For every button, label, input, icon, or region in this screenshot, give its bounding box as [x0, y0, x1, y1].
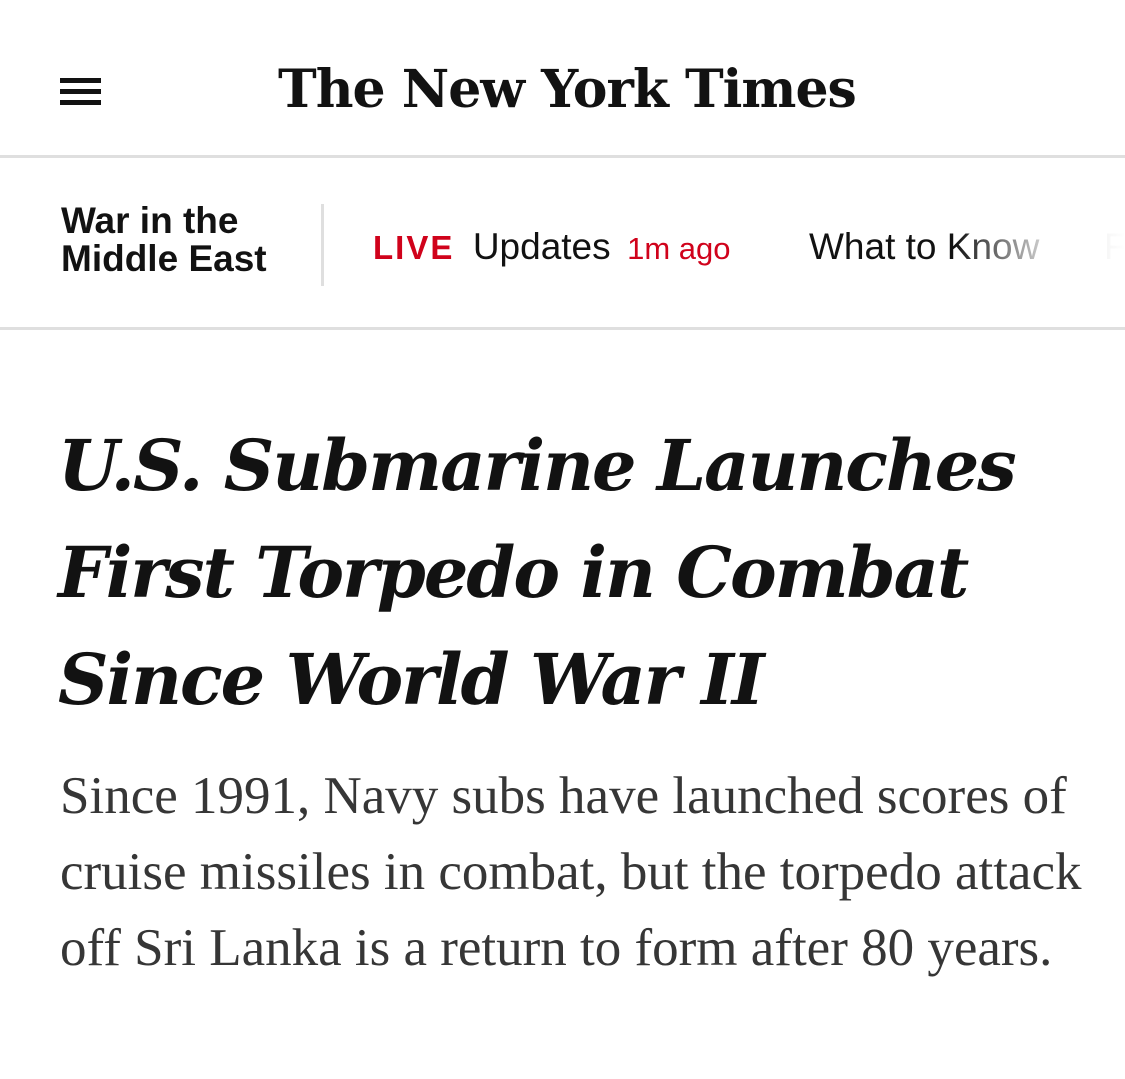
section-title[interactable]: War in the Middle East [61, 202, 311, 278]
nav-item-what-to-know[interactable]: What to Know [809, 226, 1039, 268]
live-label: Updates [472, 226, 611, 267]
live-updates-link[interactable]: LIVE Updates 1m ago [373, 226, 730, 268]
menu-line [60, 89, 101, 94]
article-headline: U.S. Submarine Launches First Torpedo in… [58, 424, 1017, 721]
hamburger-menu-icon[interactable] [58, 75, 104, 109]
live-badge: LIVE [373, 229, 455, 266]
section-nav: War in the Middle East LIVE Updates 1m a… [0, 158, 1125, 330]
menu-line [60, 100, 101, 105]
article-summary: Since 1991, Navy subs have launched scor… [60, 767, 1082, 977]
live-timestamp: 1m ago [627, 231, 731, 266]
masthead: The New York Times [0, 0, 1125, 158]
menu-line [60, 78, 101, 83]
nav-item-next[interactable]: F [1104, 226, 1125, 268]
nyt-logo[interactable]: The New York Times [278, 50, 857, 130]
section-divider [321, 204, 324, 286]
